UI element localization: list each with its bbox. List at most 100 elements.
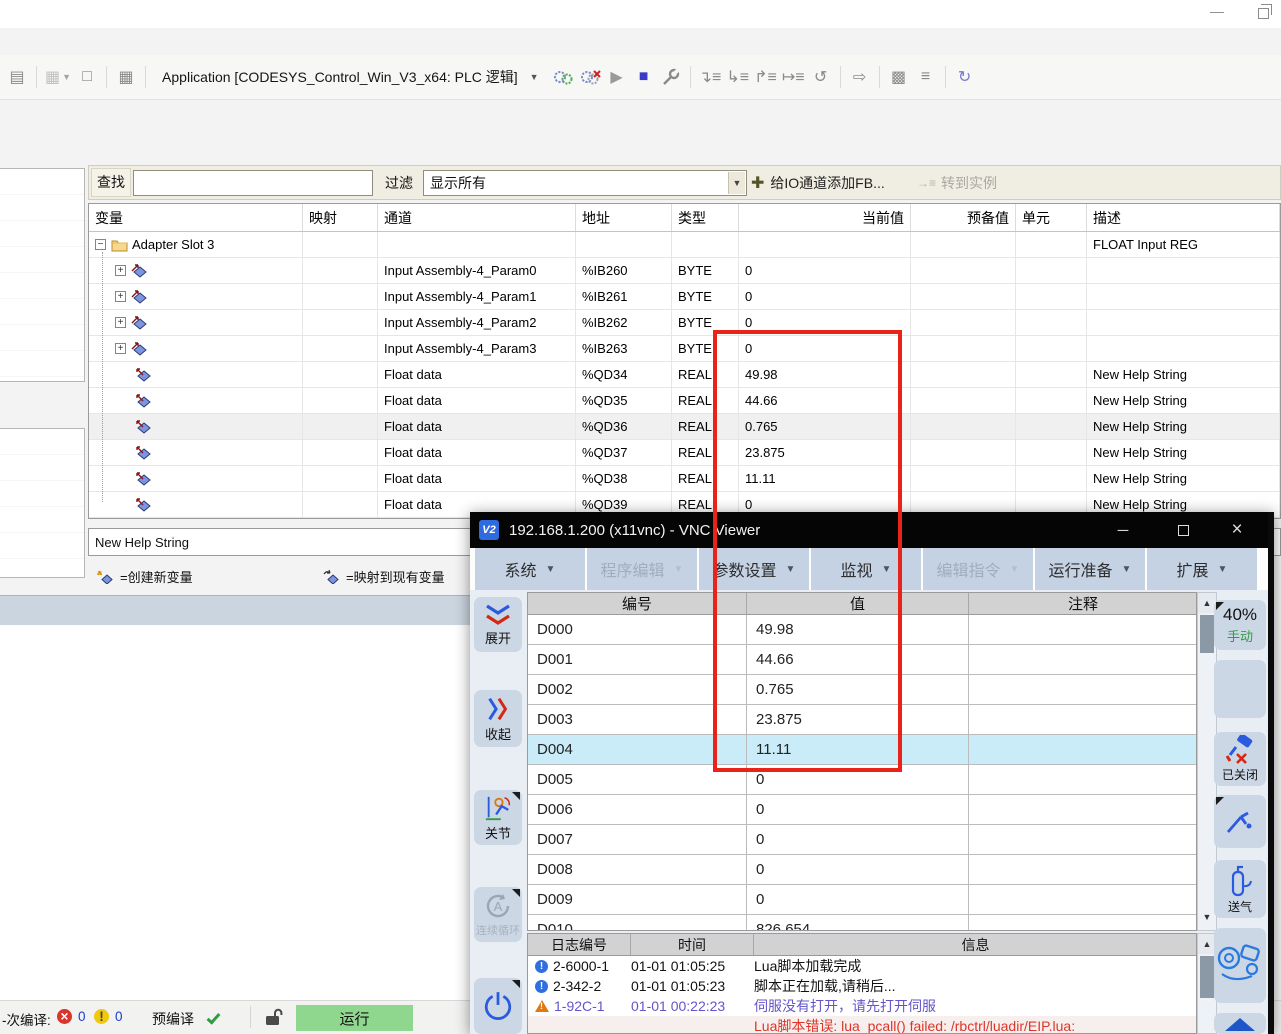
channel-cell: Input Assembly-4_Param2 [378, 310, 576, 335]
add-fb-button[interactable]: ✚ 给IO通道添加FB... [751, 170, 885, 196]
register-row[interactable]: D0070 [528, 825, 1196, 855]
breakpoint-icon[interactable] [660, 64, 682, 90]
reset-icon[interactable]: ↺ [810, 64, 832, 90]
torch-closed-button[interactable]: 已关闭 [1214, 732, 1266, 786]
vnc-maximize-icon[interactable] [1168, 512, 1198, 548]
start-icon[interactable]: ▶ [606, 64, 628, 90]
tab-program-edit[interactable]: 程序编辑▼ [587, 548, 697, 590]
paste-icon[interactable]: ▤ [6, 64, 28, 90]
gas-button[interactable]: 送气 [1214, 860, 1266, 918]
speed-manual-button[interactable]: 40% 手动 [1214, 600, 1266, 650]
find-input[interactable] [133, 170, 373, 196]
register-row[interactable]: D00144.66 [528, 645, 1196, 675]
vnc-titlebar[interactable]: V2 192.168.1.200 (x11vnc) - VNC Viewer ─… [470, 512, 1274, 548]
new-variable-icon [131, 341, 147, 356]
collapse-button[interactable]: 收起 [474, 690, 522, 747]
table-row[interactable]: +Input Assembly-4_Param0%IB260BYTE0 [89, 258, 1280, 284]
description-cell [1087, 284, 1280, 309]
scroll-thumb[interactable] [1200, 615, 1214, 653]
prepared-value-cell [911, 388, 1016, 413]
watch-icon[interactable]: ≡ [915, 64, 937, 90]
joint-button[interactable]: 关节 [474, 790, 522, 845]
run-to-cursor-icon[interactable]: ↦≡ [782, 64, 805, 90]
filter-select[interactable]: 显示所有 ▼ [423, 170, 747, 196]
placeholder-grid-icon[interactable]: ▦▼ [45, 64, 71, 90]
speed-value: 40% [1223, 605, 1257, 625]
register-row[interactable]: D0090 [528, 885, 1196, 915]
tab-system[interactable]: 系统▼ [475, 548, 585, 590]
chevron-down-icon: ▼ [786, 564, 796, 575]
log-row[interactable]: !2-6000-101-01 01:05:25Lua脚本加载完成 [528, 956, 1196, 976]
step-into-icon[interactable]: ↳≡ [726, 64, 749, 90]
tab-run-prep[interactable]: 运行准备▼ [1035, 548, 1145, 590]
minimize-icon[interactable]: — [1203, 0, 1231, 24]
chevron-down-icon: ▼ [882, 564, 892, 575]
wire-feeder-button[interactable] [1214, 928, 1266, 1003]
power-button[interactable] [474, 978, 522, 1034]
log-row[interactable]: !2-342-201-01 01:05:23脚本正在加载,请稍后... [528, 976, 1196, 996]
log-id: 2-342-2 [553, 978, 601, 994]
register-row[interactable]: D00411.11 [528, 735, 1196, 765]
variable-cell [89, 466, 303, 491]
blank-button[interactable] [1214, 660, 1266, 718]
stop-icon[interactable]: ■ [633, 64, 655, 90]
table-row[interactable]: Float data%QD34REAL49.98New Help String [89, 362, 1280, 388]
unit-cell [1016, 388, 1087, 413]
login-icon[interactable] [552, 64, 574, 90]
description-cell [1087, 310, 1280, 335]
expand-expander-icon[interactable]: + [115, 343, 126, 354]
codesys-toolbar: ▤ ▦▼□ ▦ Application [CODESYS_Control_Win_V3… [0, 55, 1281, 100]
current-value-cell: 0 [739, 310, 911, 335]
prepared-value-cell [911, 284, 1016, 309]
table-row[interactable]: +Input Assembly-4_Param1%IB261BYTE0 [89, 284, 1280, 310]
recompile-icon[interactable]: ↻ [954, 64, 976, 90]
step-over-icon[interactable]: ↴≡ [699, 64, 722, 90]
unit-cell [1016, 336, 1087, 361]
vnc-minimize-icon[interactable]: ─ [1108, 512, 1138, 548]
torch-button[interactable] [1214, 795, 1266, 848]
partial-button[interactable] [1214, 1013, 1266, 1034]
register-row[interactable]: D010826.654 [528, 915, 1196, 931]
restore-icon[interactable] [1258, 8, 1269, 19]
logout-icon[interactable] [579, 64, 601, 90]
set-next-statement-icon[interactable]: ⇨ [849, 64, 871, 90]
goto-instance-button[interactable]: →≡ 转到实例 [917, 170, 997, 196]
register-row[interactable]: D0060 [528, 795, 1196, 825]
chevron-down-icon[interactable]: ▼ [728, 172, 745, 194]
register-row[interactable]: D0050 [528, 765, 1196, 795]
table-row[interactable]: Float data%QD37REAL23.875New Help String [89, 440, 1280, 466]
table-row[interactable]: Float data%QD35REAL44.66New Help String [89, 388, 1280, 414]
table-row[interactable]: +Input Assembly-4_Param3%IB263BYTE0 [89, 336, 1280, 362]
tab-monitor[interactable]: 监视▼ [811, 548, 921, 590]
table-row[interactable]: Float data%QD38REAL11.11New Help String [89, 466, 1280, 492]
unlock-icon[interactable] [264, 1007, 284, 1030]
register-row[interactable]: D0020.765 [528, 675, 1196, 705]
flow-control-icon[interactable]: ▩ [888, 64, 910, 90]
register-row[interactable]: D00049.98 [528, 615, 1196, 645]
build-icon[interactable]: ▦ [115, 64, 137, 90]
tab-param-settings[interactable]: 参数设置▼ [699, 548, 809, 590]
log-row[interactable]: 1-92C-101-01 00:22:23伺服没有打开，请先打开伺服 [528, 996, 1196, 1016]
continuous-loop-button[interactable]: A 连续循环 [474, 887, 522, 942]
scroll-thumb[interactable] [1200, 956, 1214, 998]
vnc-close-icon[interactable]: × [1222, 512, 1252, 548]
expand-expander-icon[interactable]: + [115, 265, 126, 276]
tab-extend[interactable]: 扩展▼ [1147, 548, 1257, 590]
table-row[interactable]: +Input Assembly-4_Param2%IB262BYTE0 [89, 310, 1280, 336]
register-row[interactable]: D0080 [528, 855, 1196, 885]
tab-edit-instruction[interactable]: 编辑指令▼ [923, 548, 1033, 590]
step-out-icon[interactable]: ↱≡ [754, 64, 777, 90]
expand-button[interactable]: 展开 [474, 597, 522, 652]
tab-extend-label: 扩展 [1177, 557, 1209, 581]
expand-expander-icon[interactable]: + [115, 317, 126, 328]
prepared-value-cell [911, 362, 1016, 387]
table-row[interactable]: Float data%QD36REAL0.765New Help String [89, 414, 1280, 440]
table-row[interactable]: −Adapter Slot 3FLOAT Input REG [89, 232, 1280, 258]
log-row[interactable]: Lua脚本错误: lua_pcall() failed: /rbctrl/lua… [528, 1016, 1196, 1034]
collapse-expander-icon[interactable]: − [95, 239, 106, 250]
plc-application-selector[interactable]: Application [CODESYS_Control_Win_V3_x64:… [154, 67, 547, 87]
log-id-cell: !2-6000-1 [528, 958, 631, 974]
new-object-icon[interactable]: □ [76, 64, 98, 90]
expand-expander-icon[interactable]: + [115, 291, 126, 302]
register-row[interactable]: D00323.875 [528, 705, 1196, 735]
